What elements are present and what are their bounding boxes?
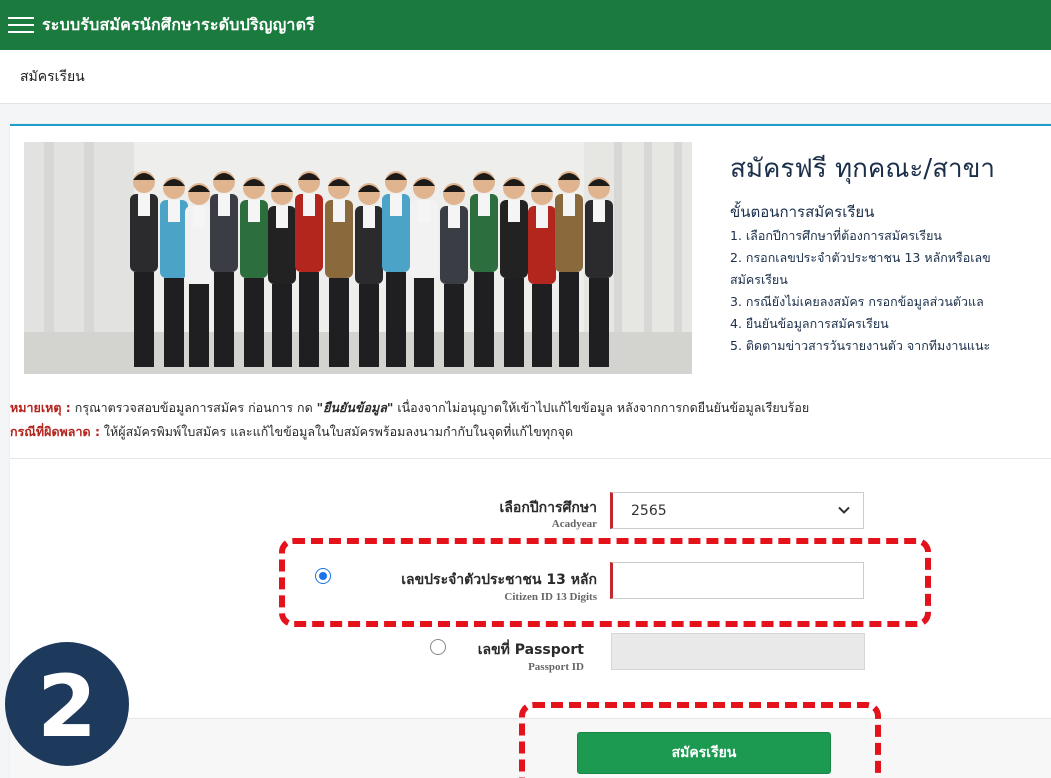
year-sublabel: Acadyear: [551, 518, 597, 530]
passport-input[interactable]: [611, 633, 865, 670]
app-header: ระบบรับสมัครนักศึกษาระดับปริญญาตรี: [0, 0, 1051, 50]
person-shirt: [303, 194, 315, 216]
person-shirt: [333, 200, 345, 222]
highlight-citizen-id-box: [279, 538, 931, 627]
app-title: ระบบรับสมัครนักศึกษาระดับปริญญาตรี: [42, 14, 315, 34]
step-item: 1. เลือกปีการศึกษาที่ต้องการสมัครเรียน: [730, 228, 942, 243]
step-item: สมัครเรียน: [730, 272, 788, 287]
chevron-down-icon: [838, 506, 850, 514]
person-legs: [386, 272, 406, 367]
year-label: เลือกปีการศึกษา: [499, 500, 597, 516]
person-shirt: [448, 206, 460, 228]
person-shirt: [138, 194, 150, 216]
person-legs: [189, 284, 209, 367]
person-legs: [559, 272, 579, 367]
person-shirt: [418, 200, 430, 222]
person-legs: [272, 284, 292, 367]
person-shirt: [508, 200, 520, 222]
step-number: 2: [37, 657, 97, 757]
person-legs: [214, 272, 234, 367]
person-legs: [164, 278, 184, 367]
note-label: หมายเหตุ :: [10, 400, 71, 415]
academic-year-select[interactable]: 2565: [610, 492, 864, 529]
person-shirt: [390, 194, 402, 216]
person-legs: [504, 278, 524, 367]
person-legs: [299, 272, 319, 367]
note-error-case: กรณีที่ผิดพลาด : ให้ผู้สมัครพิมพ์ใบสมัคร…: [10, 422, 573, 442]
divider: [10, 458, 1051, 459]
note-text: ให้ผู้สมัครพิมพ์ใบสมัคร และแก้ไขข้อมูลใน…: [99, 424, 574, 439]
step-item: 5. ติดตามข่าวสารวันรายงานตัว จากทีมงานแน…: [730, 338, 991, 353]
person-shirt: [276, 206, 288, 228]
person-shirt: [363, 206, 375, 228]
highlight-submit-box: [519, 702, 881, 778]
person-shirt: [248, 200, 260, 222]
step-number-badge: 2: [5, 642, 129, 766]
hero-photo: [24, 142, 692, 374]
person-legs: [474, 272, 494, 367]
step-item: 4. ยืนยันข้อมูลการสมัครเรียน: [730, 316, 889, 331]
note-warning: หมายเหตุ : กรุณาตรวจสอบข้อมูลการสมัคร ก่…: [10, 398, 809, 418]
passport-sublabel: Passport ID: [528, 661, 584, 673]
promo-title: สมัครฟรี ทุกคณะ/สาขา: [730, 154, 995, 184]
person-legs: [134, 272, 154, 367]
page: ระบบรับสมัครนักศึกษาระดับปริญญาตรี สมัคร…: [0, 0, 1051, 778]
note-text: กรุณาตรวจสอบข้อมูลการสมัคร ก่อนการ กด: [70, 400, 317, 415]
person-legs: [532, 284, 552, 367]
person-shirt: [593, 200, 605, 222]
person-shirt: [563, 194, 575, 216]
person-shirt: [478, 194, 490, 216]
breadcrumb: สมัครเรียน: [0, 50, 1051, 104]
person-legs: [444, 284, 464, 367]
application-card: สมัครฟรี ทุกคณะ/สาขา ขั้นตอนการสมัครเรีย…: [10, 124, 1051, 778]
person-legs: [359, 284, 379, 367]
step-item: 3. กรณียังไม่เคยลงสมัคร กรอกข้อมูลส่วนตั…: [730, 294, 984, 309]
academic-year-value: 2565: [631, 503, 667, 519]
person-shirt: [218, 194, 230, 216]
person-legs: [329, 278, 349, 367]
person-legs: [589, 278, 609, 367]
breadcrumb-label: สมัครเรียน: [20, 68, 85, 85]
passport-label: เลขที่ Passport: [477, 642, 584, 658]
passport-radio[interactable]: [430, 639, 446, 655]
person-shirt: [168, 200, 180, 222]
person-shirt: [536, 206, 548, 228]
steps-heading: ขั้นตอนการสมัครเรียน: [730, 203, 875, 221]
person-legs: [414, 278, 434, 367]
step-item: 2. กรอกเลขประจำตัวประชาชน 13 หลักหรือเลข: [730, 250, 991, 265]
person-shirt: [193, 206, 205, 228]
note-text: เนื่องจากไม่อนุญาตให้เข้าไปแก้ไขข้อมูล ห…: [393, 400, 810, 415]
students-group-illustration: [24, 142, 692, 374]
hamburger-menu-icon[interactable]: [8, 13, 34, 37]
note-emphasis: "ยืนยันข้อมูล": [316, 400, 394, 415]
person-legs: [244, 278, 264, 367]
note-label: กรณีที่ผิดพลาด :: [10, 424, 100, 439]
